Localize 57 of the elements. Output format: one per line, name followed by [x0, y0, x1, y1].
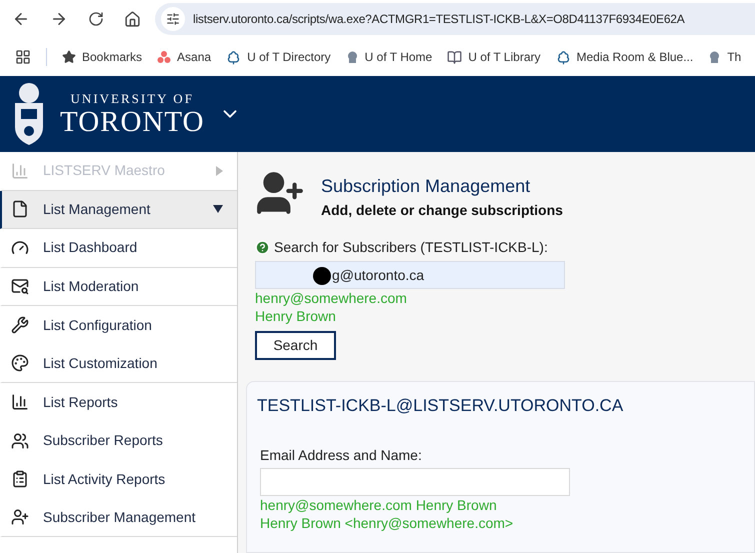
field-label: Email Address and Name:	[260, 446, 423, 464]
bookmark-link[interactable]: Media Room & Blue...	[576, 48, 694, 66]
bar-chart-icon	[11, 162, 29, 180]
crest-icon	[346, 50, 359, 64]
star-icon	[62, 50, 76, 64]
home-icon[interactable]	[124, 10, 141, 28]
bookmark-link[interactable]: Bookmarks	[82, 48, 142, 66]
bookmark-link[interactable]: Asana	[177, 48, 212, 66]
apps-grid-icon[interactable]	[15, 49, 31, 65]
clipboard-icon	[11, 470, 29, 488]
wrench-icon	[11, 316, 29, 334]
page-subtitle: Add, delete or change subscriptions	[321, 201, 563, 220]
search-button[interactable]: Search	[255, 331, 336, 360]
bookmark-link[interactable]: Th	[727, 48, 742, 66]
example-hint: henry@somewhere.com	[255, 289, 408, 307]
book-icon	[447, 50, 462, 64]
email-name-field[interactable]	[260, 468, 570, 496]
forward-icon[interactable]	[50, 10, 68, 28]
sidebar-item[interactable]: Subscriber Management	[0, 498, 237, 537]
help-icon[interactable]	[255, 240, 270, 255]
logo-text: UNIVERSITY OF	[70, 92, 194, 104]
people-icon	[11, 432, 29, 450]
gauge-icon	[11, 238, 29, 257]
tree-icon	[556, 50, 570, 64]
example-hint: Henry Brown	[255, 307, 337, 325]
logo-text: TORONTO	[60, 108, 204, 136]
example-hint: Henry Brown <henry@somewhere.com>	[260, 514, 514, 532]
sidebar-item[interactable]: List Activity Reports	[0, 460, 237, 498]
panel-title: TESTLIST-ICKB-L@LISTSERV.UTORONTO.CA	[257, 395, 624, 417]
tree-icon	[226, 50, 242, 64]
crest-icon	[708, 50, 722, 64]
back-icon[interactable]	[12, 10, 30, 28]
bookmark-link[interactable]: U of T Home	[364, 48, 432, 66]
sidebar-item[interactable]: List Customization	[0, 344, 237, 383]
search-label: Search for Subscribers (TESTLIST-ICKB-L):	[274, 238, 548, 257]
url-text: listserv.utoronto.ca/scripts/wa.exe?ACTMGR1=TESTLIST-ICKB-L&X=O8D41137F6934E0E62A	[193, 11, 685, 28]
sidebar-item[interactable]: List Dashboard	[0, 229, 237, 268]
bookmark-link[interactable]: U of T Library	[468, 48, 540, 66]
sidebar-item[interactable]: List Reports	[0, 383, 237, 422]
page-title: Subscription Management	[321, 175, 532, 198]
bookmark-link[interactable]: U of T Directory	[247, 48, 331, 66]
dots-icon	[157, 50, 172, 64]
document-icon	[11, 200, 29, 218]
redaction-mark	[313, 267, 331, 285]
sidebar-item[interactable]: List Moderation	[0, 268, 237, 306]
example-hint: henry@somewhere.com Henry Brown	[260, 496, 498, 514]
add-user-icon	[11, 508, 29, 526]
palette-icon	[11, 354, 29, 372]
address-bar[interactable]: listserv.utoronto.ca/scripts/wa.exe?ACTMGR1=TESTLIST-ICKB-L&X=O8D41137F6934E0E62A	[155, 3, 755, 35]
mail-search-icon	[11, 277, 29, 296]
bar-chart-icon	[11, 393, 29, 412]
search-field[interactable]: g@utoronto.ca	[255, 261, 565, 289]
sidebar-item[interactable]: List Configuration	[0, 306, 237, 344]
sidebar-item[interactable]: Subscriber Reports	[0, 422, 237, 460]
reload-icon[interactable]	[88, 11, 104, 27]
sidebar-item[interactable]: List Management	[0, 190, 237, 229]
site-settings-icon[interactable]	[166, 12, 180, 26]
